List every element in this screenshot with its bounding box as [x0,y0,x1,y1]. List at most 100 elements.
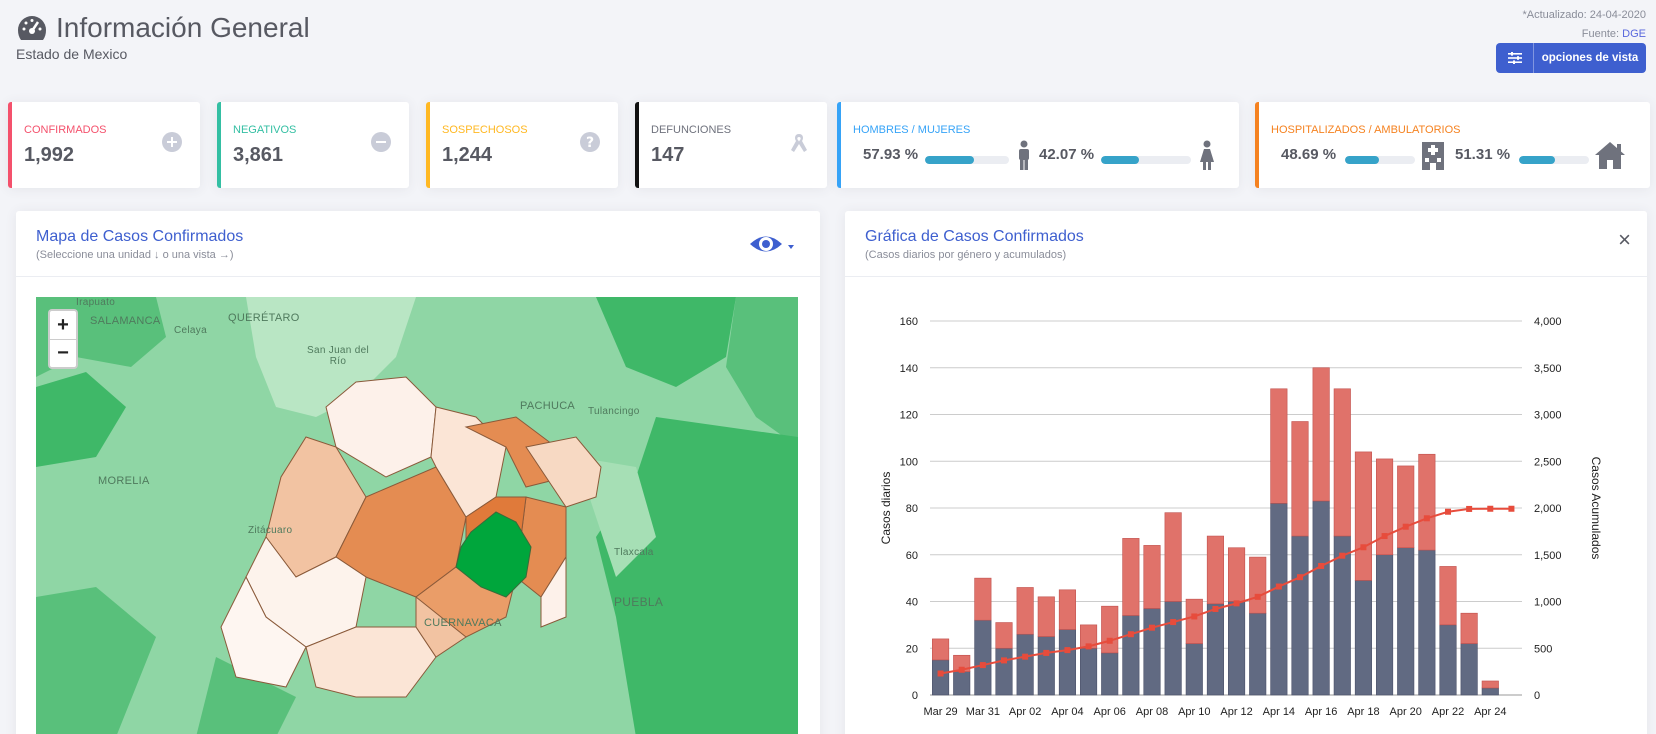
cumulative-point [1297,574,1303,581]
cumulative-point [979,662,986,669]
y-tick-label: 160 [900,316,918,328]
y2-tick-label: 500 [1534,643,1552,655]
map-view-dropdown[interactable] [748,231,796,262]
bar-segment-upper [1016,587,1034,635]
cumulative-point [1360,544,1367,551]
women-progress-bar [1101,156,1191,164]
chart-panel-header: Gráfica de Casos Confirmados (Casos diar… [845,211,1647,277]
map-label: Tlaxcala [614,547,654,558]
cumulative-point [958,666,965,673]
map-panel: Mapa de Casos Confirmados (Seleccione un… [16,211,820,734]
bar-segment-lower [1228,601,1246,696]
bar-segment-lower [1354,580,1372,696]
close-button[interactable]: × [1618,229,1631,251]
stat-value: 147 [651,144,685,166]
cumulative-point [1381,533,1388,540]
map-label: PACHUCA [520,400,576,412]
cumulative-point [1466,505,1473,512]
x-tick-label: Apr 22 [1432,706,1464,718]
ribbon-icon [791,134,807,152]
bar-segment-upper [1481,680,1499,689]
map-label: Zitácuaro [248,525,293,536]
confirmed-cases-chart[interactable]: 0 20 40 60 80 100 120 140 160 0 500 1,000 1,500 2,000… [845,277,1647,734]
stat-card-hospital[interactable]: HOSPITALIZADOS / AMBULATORIOS 48.69 % 51… [1255,102,1650,188]
source-link[interactable]: DGE [1622,28,1646,40]
bar-segment-upper [995,622,1013,649]
page-header: Información General Estado de Mexico [16,12,310,62]
bar-segment-upper [1439,566,1457,626]
x-tick-label: Apr 16 [1305,706,1337,718]
y-tick-label: 140 [900,363,918,375]
cumulative-point [1254,593,1261,600]
bar-segment-upper [1185,598,1203,644]
bar-segment-lower [932,659,950,696]
view-options-button[interactable]: opciones de vista [1496,43,1646,73]
stat-label: NEGATIVOS [233,124,297,136]
cumulative-point [1339,552,1346,559]
bar-segment-upper [1270,388,1288,504]
x-tick-label: Apr 18 [1347,706,1379,718]
bar-segment-upper [1206,535,1224,605]
bar-segment-upper [1122,538,1140,616]
bar-segment-lower [1016,633,1034,696]
question-circle-icon: ? [580,132,600,152]
bar-segment-upper [1164,512,1182,602]
cumulative-point [1064,647,1071,654]
bar-segment-lower [1397,547,1415,696]
map-panel-subtitle: (Seleccione una unidad ↓ o una vista →) [36,249,234,261]
y2-tick-label: 2,500 [1534,456,1562,468]
zoom-out-button[interactable]: − [50,339,76,367]
bar-segment-upper [1312,367,1330,502]
y-tick-label: 100 [900,456,918,468]
map-label: Irapuato [76,297,116,308]
cumulative-point [1487,505,1494,512]
bar-segment-upper [932,638,950,661]
bar-segment-upper [1354,451,1372,581]
cumulative-point [1212,605,1219,612]
ambulatory-percent: 51.31 % [1455,146,1511,163]
bar-segment-lower [1164,601,1182,696]
stat-card-suspect[interactable]: SOSPECHOSOS 1,244 ? [426,102,618,188]
choropleth-map[interactable]: + − Irapuato SALAMANCA Celaya QUERÉTARO … [36,297,798,734]
stat-card-negative[interactable]: NEGATIVOS 3,861 [217,102,409,188]
bar-segment-lower [1333,535,1351,696]
y2-tick-label: 1,000 [1534,597,1562,609]
bar-segment-upper [1143,545,1161,609]
bar-segment-upper [1291,421,1309,537]
cumulative-point [1106,637,1113,644]
home-icon [1595,142,1625,169]
map-label: PUEBLA [614,595,664,609]
update-info: *Actualizado: 24-04-2020 Fuente: DGE [1522,6,1646,44]
y-tick-label: 60 [906,550,918,562]
x-tick-label: Apr 06 [1094,706,1126,718]
caret-down-icon [788,245,794,249]
zoom-control: + − [48,309,78,369]
stat-card-gender[interactable]: HOMBRES / MUJERES 57.93 % 42.07 % [837,102,1239,188]
cumulative-point [1445,508,1451,515]
bar-segment-lower [1185,643,1203,696]
bar-segment-upper [1058,589,1076,630]
men-progress-fill [925,156,974,164]
y2-tick-label: 4,000 [1534,316,1562,328]
hospitalized-progress-fill [1345,156,1380,164]
bar-segment-upper [1101,605,1119,654]
bar-segment-upper [1376,458,1394,556]
stat-card-confirmed[interactable]: CONFIRMADOS 1,992 [8,102,200,188]
bar-segment-lower [1037,636,1055,696]
stat-label: DEFUNCIONES [651,124,732,136]
map-label: CUERNAVACA [424,617,502,629]
y2-tick-label: 2,000 [1534,503,1562,515]
cumulative-point [1233,600,1240,607]
x-tick-label: Apr 12 [1220,706,1252,718]
bar-segment-lower [1270,503,1288,696]
stat-card-deaths[interactable]: DEFUNCIONES 147 [635,102,827,188]
cumulative-point [1423,515,1430,522]
ambulatory-progress-fill [1519,156,1555,164]
bar-segment-lower [1376,554,1394,696]
stat-value: 1,244 [442,144,493,166]
women-percent: 42.07 % [1039,146,1095,163]
bar-segment-lower [953,671,971,696]
cumulative-point [1149,624,1155,631]
bar-segment-upper [1418,453,1436,551]
zoom-in-button[interactable]: + [50,311,76,339]
